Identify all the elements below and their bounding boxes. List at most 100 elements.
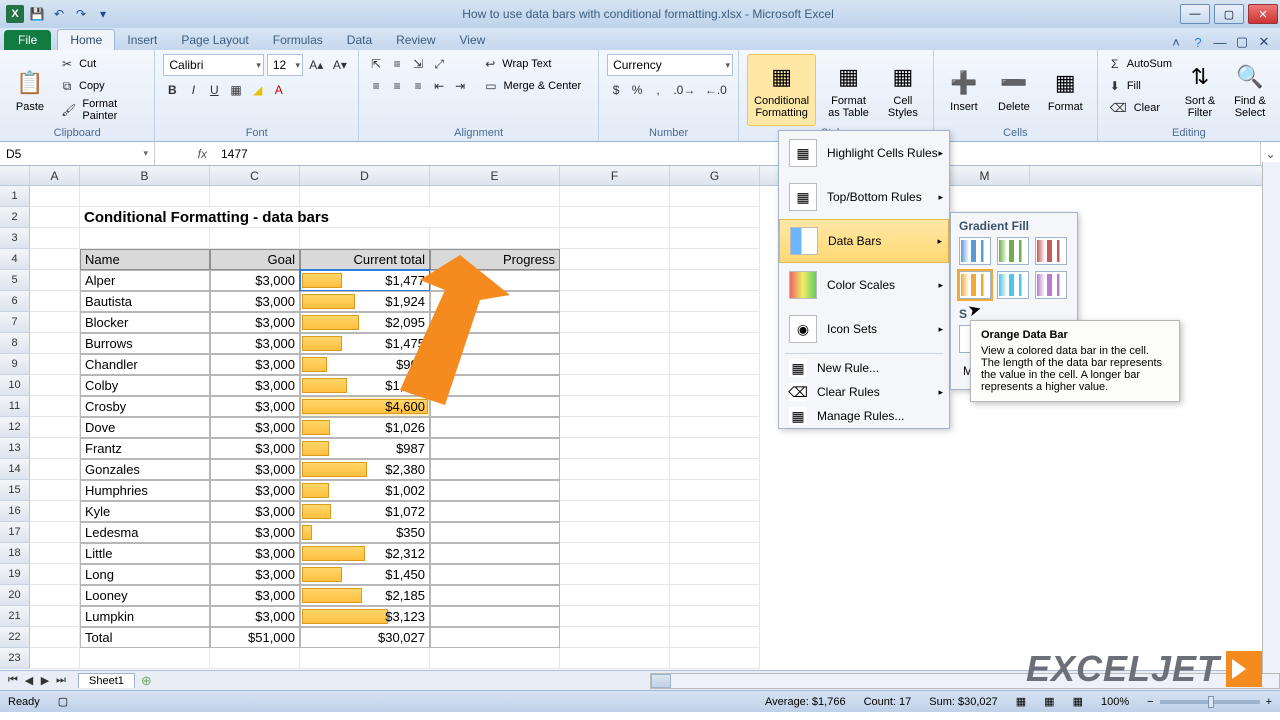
window-restore-icon[interactable]: ▢	[1234, 34, 1250, 50]
cell[interactable]: $3,000	[210, 459, 300, 480]
cell[interactable]: $3,000	[210, 501, 300, 522]
comma-icon[interactable]: ,	[649, 80, 667, 100]
cell[interactable]	[430, 606, 560, 627]
cell[interactable]	[670, 354, 760, 375]
cell[interactable]: $3,000	[210, 522, 300, 543]
cell[interactable]	[300, 186, 430, 207]
cell[interactable]: Progress	[430, 249, 560, 270]
cell[interactable]: $4,600	[300, 396, 430, 417]
cell[interactable]	[670, 333, 760, 354]
cell[interactable]: $3,000	[210, 333, 300, 354]
cell[interactable]	[30, 480, 80, 501]
row-header[interactable]: 10	[0, 375, 30, 396]
cell[interactable]: Blocker	[80, 312, 210, 333]
view-break-icon[interactable]: ▦	[1073, 695, 1083, 708]
worksheet-grid[interactable]: ABCDEFGKLM 12Conditional Formatting - da…	[0, 166, 1280, 670]
cell[interactable]: $3,000	[210, 312, 300, 333]
cell[interactable]	[210, 228, 300, 249]
conditional-formatting-button[interactable]: ▦Conditional Formatting	[747, 54, 816, 126]
cell[interactable]: $3,000	[210, 585, 300, 606]
cell[interactable]	[670, 501, 760, 522]
maximize-button[interactable]: ▢	[1214, 4, 1244, 24]
bold-button[interactable]: B	[163, 80, 181, 100]
cell[interactable]	[560, 522, 670, 543]
cut-button[interactable]: Cut	[79, 58, 96, 70]
format-button[interactable]: ▦Format	[1042, 54, 1089, 126]
cell[interactable]	[560, 333, 670, 354]
view-layout-icon[interactable]: ▦	[1044, 695, 1054, 708]
cell[interactable]: $350	[300, 522, 430, 543]
row-header[interactable]: 18	[0, 543, 30, 564]
tab-review[interactable]: Review	[384, 30, 447, 50]
file-tab[interactable]: File	[4, 30, 51, 50]
cell[interactable]	[560, 564, 670, 585]
cell[interactable]	[30, 186, 80, 207]
tab-formulas[interactable]: Formulas	[261, 30, 335, 50]
cell[interactable]	[670, 270, 760, 291]
qat-dropdown-icon[interactable]: ▾	[94, 5, 112, 23]
cell[interactable]	[560, 228, 670, 249]
col-header[interactable]: C	[210, 166, 300, 185]
cell[interactable]	[30, 291, 80, 312]
view-normal-icon[interactable]: ▦	[1016, 695, 1026, 708]
format-painter-button[interactable]: Format Painter	[82, 98, 146, 122]
find-select-button[interactable]: 🔍Find & Select	[1228, 54, 1272, 126]
col-header[interactable]: A	[30, 166, 80, 185]
sort-filter-button[interactable]: ⇅Sort & Filter	[1178, 54, 1222, 126]
cell[interactable]	[430, 648, 560, 669]
cell[interactable]	[670, 186, 760, 207]
cell[interactable]	[670, 522, 760, 543]
cell[interactable]	[30, 312, 80, 333]
minimize-ribbon-icon[interactable]: ˄	[1168, 34, 1184, 50]
cell[interactable]	[670, 648, 760, 669]
zoom-slider[interactable]	[1160, 700, 1260, 704]
cell[interactable]	[430, 396, 560, 417]
sheet-tab[interactable]: Sheet1	[78, 673, 135, 688]
align-middle-icon[interactable]: ≡	[388, 54, 406, 74]
cell[interactable]	[210, 648, 300, 669]
copy-icon[interactable]: ⧉	[58, 76, 76, 96]
cell[interactable]	[430, 186, 560, 207]
cell[interactable]: Burrows	[80, 333, 210, 354]
cell[interactable]	[30, 459, 80, 480]
cell[interactable]	[80, 186, 210, 207]
col-header[interactable]: B	[80, 166, 210, 185]
cell[interactable]: $900	[300, 354, 430, 375]
cell[interactable]	[560, 417, 670, 438]
cell[interactable]: Humphries	[80, 480, 210, 501]
cell[interactable]	[670, 564, 760, 585]
help-icon[interactable]: ?	[1190, 34, 1206, 50]
shrink-font-icon[interactable]: A▾	[330, 55, 351, 75]
cell[interactable]: $987	[300, 438, 430, 459]
border-icon[interactable]: ▦	[226, 80, 245, 100]
cell[interactable]: Alper	[80, 270, 210, 291]
cell[interactable]	[670, 438, 760, 459]
cell[interactable]	[670, 627, 760, 648]
align-top-icon[interactable]: ⇱	[367, 54, 385, 74]
tab-data[interactable]: Data	[335, 30, 384, 50]
cell[interactable]: $30,027	[300, 627, 430, 648]
tab-home[interactable]: Home	[57, 29, 115, 50]
zoom-in-icon[interactable]: +	[1266, 696, 1272, 708]
orientation-icon[interactable]: ⤢	[430, 54, 448, 74]
row-header[interactable]: 8	[0, 333, 30, 354]
sheet-nav-last-icon[interactable]: ⏭	[54, 674, 68, 687]
save-icon[interactable]: 💾	[28, 5, 46, 23]
cell[interactable]: Bautista	[80, 291, 210, 312]
cell[interactable]	[430, 459, 560, 480]
merge-center-button[interactable]: Merge & Center	[504, 80, 582, 92]
cell[interactable]	[430, 270, 560, 291]
copy-button[interactable]: Copy	[79, 80, 105, 92]
cell[interactable]	[670, 543, 760, 564]
col-header[interactable]: G	[670, 166, 760, 185]
window-min-icon[interactable]: —	[1212, 34, 1228, 50]
macro-record-icon[interactable]: ▢	[58, 695, 68, 708]
select-all-corner[interactable]	[0, 166, 30, 185]
cell[interactable]	[560, 354, 670, 375]
cell[interactable]: $3,000	[210, 564, 300, 585]
cell[interactable]	[30, 543, 80, 564]
cell[interactable]	[30, 417, 80, 438]
cell[interactable]	[670, 417, 760, 438]
italic-button[interactable]: I	[184, 80, 202, 100]
cell[interactable]	[670, 606, 760, 627]
